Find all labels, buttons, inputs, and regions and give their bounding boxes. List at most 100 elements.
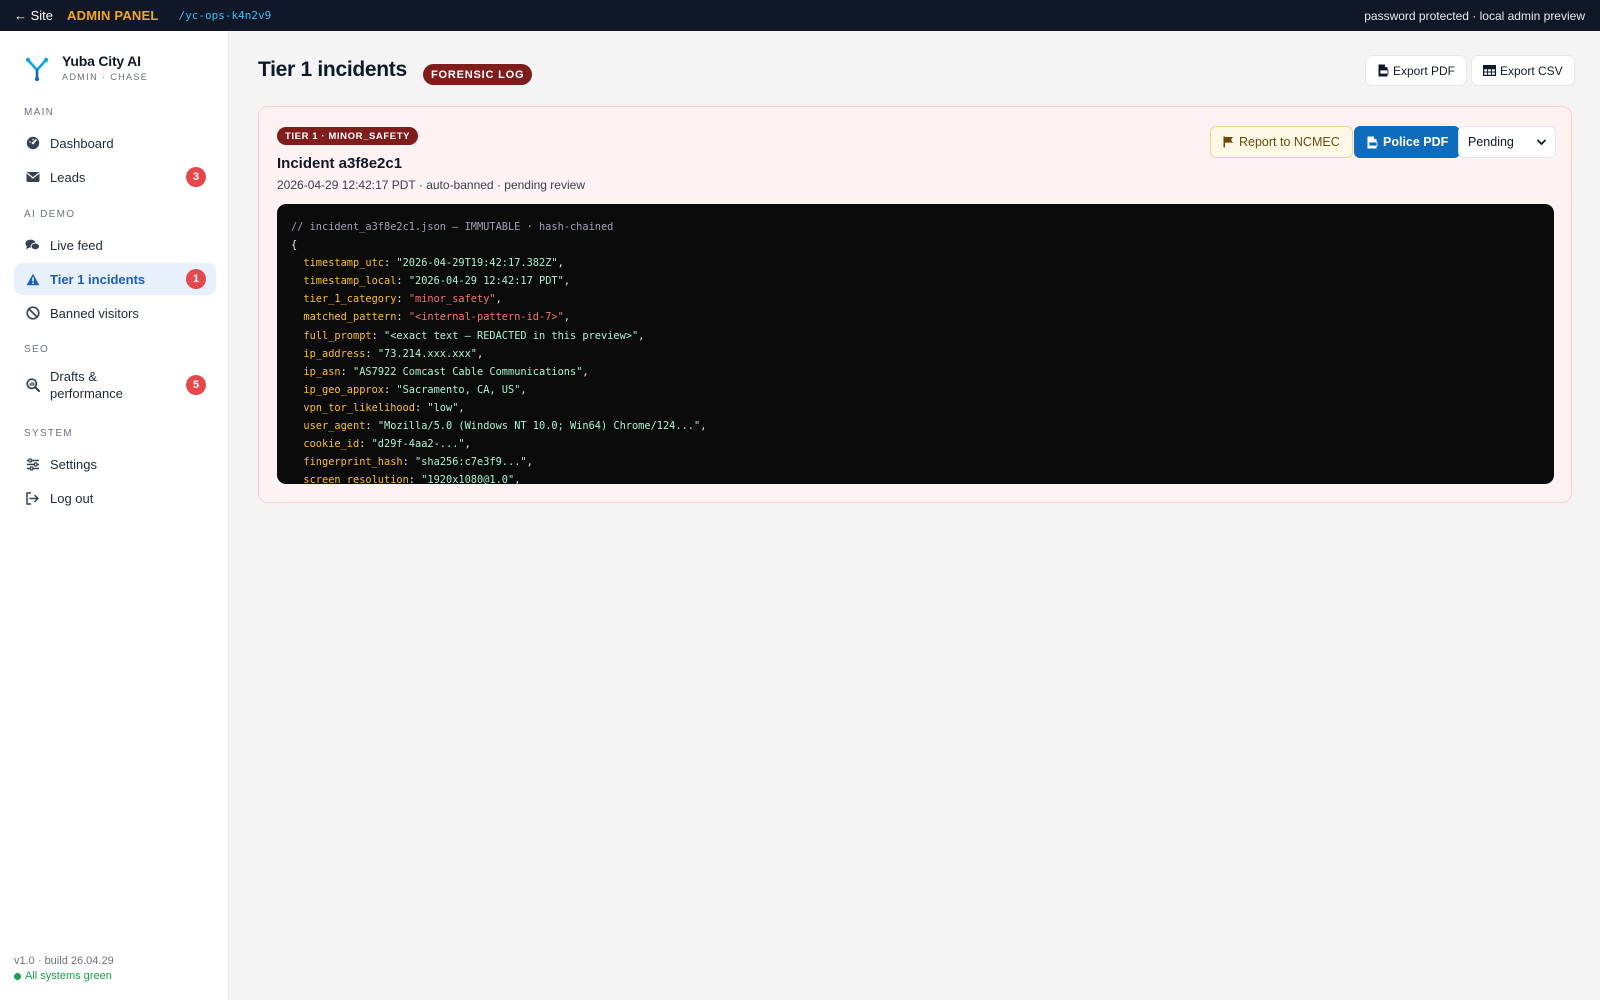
code-field-key: fingerprint_hash [303, 456, 403, 469]
code-field-value: "Mozilla/5.0 (Windows NT 10.0; Win64) Ch… [377, 420, 701, 433]
report-ncmec-label: Report to NCMEC [1239, 135, 1340, 149]
code-field-line: tier_1_category: "minor_safety", [303, 293, 502, 306]
code-field-line: ip_address: "73.214.xxx.xxx", [303, 347, 484, 360]
logout-icon [25, 491, 40, 506]
protection-status: password protected · local admin preview [1364, 8, 1585, 23]
sidebar-item-tier-1-incidents[interactable]: Tier 1 incidents 1 [14, 263, 216, 295]
status-dot-icon [14, 972, 21, 980]
incident-json-viewer[interactable]: // incident_a3f8e2c1.json — IMMUTABLE · … [277, 204, 1554, 484]
code-field-key: timestamp_local [303, 275, 397, 288]
chat-bubbles-icon [25, 238, 40, 253]
page-title: Tier 1 incidents [258, 58, 407, 81]
code-field-value: "1920x1080@1.0" [421, 474, 515, 484]
pdf-file-icon [1367, 136, 1378, 148]
export-pdf-button[interactable]: Export PDF [1365, 55, 1468, 86]
sidebar-item-log-out[interactable]: Log out [14, 482, 216, 514]
dashboard-gauge-icon [25, 136, 40, 151]
code-field-key: user_agent [303, 420, 366, 433]
code-field-value: "AS7922 Comcast Cable Communications" [353, 365, 583, 378]
status-select[interactable]: Pending [1458, 126, 1556, 158]
code-field-key: full_prompt [303, 329, 372, 342]
version-label: v1.0 · build 26.04.29 [14, 955, 114, 967]
sidebar: Yuba City AI ADMIN · CHASE MAIN Dashboar… [0, 31, 229, 1000]
incident-meta: 2026-04-29 12:42:17 PDT · auto-banned · … [277, 178, 585, 192]
code-field-key: ip_geo_approx [303, 383, 384, 396]
code-field-line: ip_geo_approx: "Sacramento, CA, US", [303, 383, 527, 396]
brand-subtitle: ADMIN · CHASE [62, 72, 149, 82]
envelope-icon [25, 170, 40, 185]
code-field-value: "low" [427, 401, 459, 414]
incident-title: Incident a3f8e2c1 [277, 155, 403, 172]
pdf-file-icon [1378, 64, 1389, 77]
system-status-text: All systems green [25, 970, 112, 982]
code-field-key: cookie_id [303, 438, 360, 451]
chevron-down-icon [1537, 139, 1546, 145]
code-comment: // incident_a3f8e2c1.json — IMMUTABLE · … [291, 221, 614, 233]
code-field-value: "minor_safety" [408, 293, 496, 306]
sidebar-item-label: Leads [50, 169, 86, 185]
flag-icon [1223, 136, 1233, 148]
code-open-brace: { [291, 239, 298, 252]
sidebar-item-label: Tier 1 incidents [50, 271, 146, 287]
export-pdf-label: Export PDF [1393, 63, 1456, 78]
code-field-line: timestamp_local: "2026-04-29 12:42:17 PD… [303, 275, 570, 288]
incident-card: TIER 1 · MINOR_SAFETY Incident a3f8e2c1 … [258, 106, 1572, 503]
sidebar-item-dashboard[interactable]: Dashboard [14, 127, 216, 159]
system-status: All systems green [14, 970, 112, 982]
code-field-line: vpn_tor_likelihood: "low", [303, 401, 465, 414]
sidebar-item-drafts-performance[interactable]: Drafts & performance 5 [14, 364, 216, 406]
sidebar-item-label: Dashboard [50, 135, 114, 151]
sidebar-item-label: Banned visitors [50, 305, 139, 321]
status-select-value: Pending [1468, 135, 1514, 149]
code-field-value: "<exact text — REDACTED in this preview>… [384, 329, 639, 342]
police-pdf-label: Police PDF [1383, 135, 1449, 149]
code-field-key: ip_asn [303, 365, 341, 378]
export-csv-button[interactable]: Export CSV [1471, 55, 1575, 86]
sidebar-item-banned-visitors[interactable]: Banned visitors [14, 297, 216, 329]
brand[interactable]: Yuba City AI ADMIN · CHASE [24, 53, 148, 82]
police-pdf-button[interactable]: Police PDF [1354, 126, 1461, 158]
section-label-main: MAIN [24, 107, 55, 118]
back-to-site-link[interactable]: ← Site [14, 8, 53, 23]
sidebar-item-label: Drafts & performance [50, 369, 123, 401]
code-field-line: screen_resolution: "1920x1080@1.0", [291, 471, 1540, 484]
drafts-count-badge: 5 [186, 375, 206, 395]
code-field-line: timestamp_utc: "2026-04-29T19:42:17.382Z… [303, 257, 564, 270]
tier-category-badge: TIER 1 · MINOR_SAFETY [277, 127, 419, 145]
code-field-value: "<internal-pattern-id-7>" [408, 311, 564, 324]
top-bar: ← Site ADMIN PANEL /yc-ops-k4n2v9 passwo… [0, 0, 1600, 31]
code-field-line: full_prompt: "<exact text — REDACTED in … [303, 329, 645, 342]
code-field-key: ip_address [303, 347, 366, 360]
admin-panel-label: ADMIN PANEL [67, 8, 159, 23]
code-field-key: screen_resolution [303, 474, 409, 484]
incidents-count-badge: 1 [186, 269, 206, 289]
code-field-line: user_agent: "Mozilla/5.0 (Windows NT 10.… [303, 420, 707, 433]
section-label-ai-demo: AI DEMO [24, 209, 76, 220]
code-field-value: "sha256:c7e3f9..." [415, 456, 527, 469]
report-ncmec-button[interactable]: Report to NCMEC [1210, 126, 1353, 158]
leads-count-badge: 3 [186, 167, 206, 187]
code-field-line: cookie_id: "d29f-4aa2-...", [303, 438, 471, 451]
y-logo-icon [25, 57, 49, 82]
code-field-value: "Sacramento, CA, US" [396, 383, 521, 396]
search-chart-icon [25, 378, 40, 393]
sidebar-item-settings[interactable]: Settings [14, 448, 216, 480]
code-field-value: "73.214.xxx.xxx" [377, 347, 478, 360]
code-field-value: "2026-04-29 12:42:17 PDT" [408, 275, 564, 288]
sidebar-item-label: Settings [50, 456, 97, 472]
code-field-key: matched_pattern [303, 311, 397, 324]
sidebar-item-label: Log out [50, 490, 94, 506]
ban-circle-icon [25, 306, 40, 321]
export-csv-label: Export CSV [1500, 63, 1563, 78]
code-field-key: vpn_tor_likelihood [303, 401, 415, 414]
sidebar-item-leads[interactable]: Leads 3 [14, 161, 216, 193]
code-field-key: tier_1_category [303, 293, 397, 306]
section-label-system: SYSTEM [24, 428, 73, 439]
code-field-value: "d29f-4aa2-..." [371, 438, 465, 451]
table-icon [1483, 65, 1496, 76]
warning-triangle-icon [25, 272, 40, 287]
sidebar-item-live-feed[interactable]: Live feed [14, 229, 216, 261]
code-field-line: ip_asn: "AS7922 Comcast Cable Communicat… [303, 365, 589, 378]
code-field-line: matched_pattern: "<internal-pattern-id-7… [303, 311, 570, 324]
sliders-icon [25, 457, 40, 472]
